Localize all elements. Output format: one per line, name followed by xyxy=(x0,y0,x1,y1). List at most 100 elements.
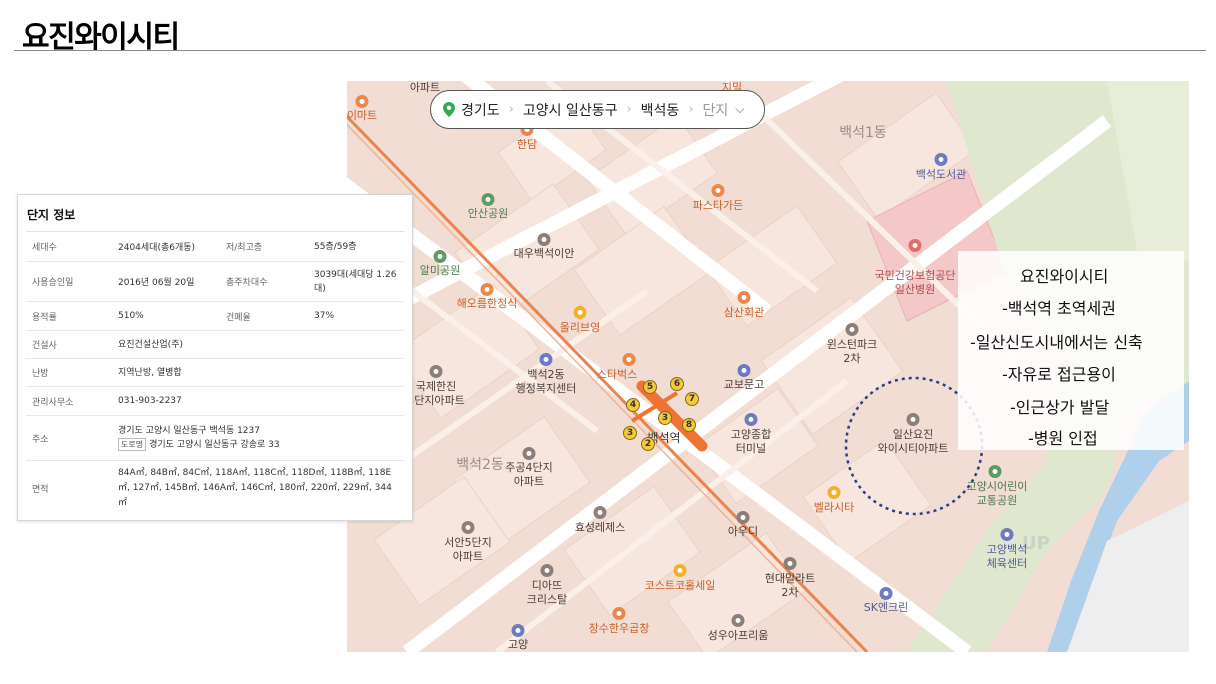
poi-winstone[interactable]: 윈스턴파크 2차 xyxy=(827,338,878,366)
office-pin-icon[interactable] xyxy=(539,353,553,366)
poi-apt-top[interactable]: 아파트 xyxy=(410,81,440,95)
breadcrumb-city[interactable]: 고양시 일산동구 xyxy=(523,100,618,120)
bus-terminal-pin-icon[interactable] xyxy=(744,413,758,426)
poi-goyang[interactable]: 고양 xyxy=(508,638,528,652)
poi-diatto[interactable]: 디아뜨 크리스탈 xyxy=(527,579,567,607)
station-exit-6-icon[interactable]: 6 xyxy=(670,377,684,391)
park-pin-icon[interactable] xyxy=(988,465,1002,478)
poi-haeoreum[interactable]: 해오름한정식 xyxy=(457,297,518,311)
station-exit-4-icon[interactable]: 4 xyxy=(626,398,640,412)
info-row: 관리사무소 031-903-2237 xyxy=(26,387,404,416)
card-title: 단지 정보 xyxy=(26,195,404,232)
restaurant-pin-icon[interactable] xyxy=(612,607,626,620)
cafe-pin-icon[interactable] xyxy=(622,353,636,366)
poi-olive[interactable]: 올리브영 xyxy=(560,321,600,335)
park-pin-icon[interactable] xyxy=(433,250,447,263)
parking-value: 3039대(세대당 1.26대) xyxy=(314,269,397,294)
apartment-pin-icon[interactable] xyxy=(537,233,551,246)
park-pin-icon[interactable] xyxy=(481,193,495,206)
poi-terminal[interactable]: 고양종합 터미널 xyxy=(731,428,771,456)
address-values: 경기도 고양시 일산동구 백석동 1237 도로명 경기도 고양시 일산동구 강송… xyxy=(112,416,404,460)
station-exit-7-icon[interactable]: 7 xyxy=(685,392,699,406)
apartment-pin-icon[interactable] xyxy=(731,614,745,627)
car-pin-icon[interactable] xyxy=(736,511,750,524)
poi-samsan[interactable]: 삼산회관 xyxy=(724,306,764,320)
breadcrumb-province[interactable]: 경기도 xyxy=(461,100,500,120)
restaurant-pin-icon[interactable] xyxy=(480,283,494,296)
poi-community[interactable]: 백석2동 행정복지센터 xyxy=(516,368,577,396)
bookstore-pin-icon[interactable] xyxy=(737,364,751,377)
poi-winstone-label: 윈스턴파크 2차 xyxy=(826,338,878,365)
restaurant-pin-icon[interactable] xyxy=(711,184,725,197)
poi-hyundai[interactable]: 현대밀라트 2차 xyxy=(765,572,816,600)
address-road-line: 도로명 경기도 고양시 일산동구 강송로 33 xyxy=(118,438,280,452)
chevron-down-icon[interactable]: ⌵ xyxy=(735,102,744,117)
poi-alme-park[interactable]: 알미공원 xyxy=(420,264,460,278)
poi-seoan[interactable]: 서안5단지 아파트 xyxy=(444,536,491,564)
apartment-pin-icon[interactable] xyxy=(783,557,797,570)
region-breadcrumb[interactable]: 경기도 › 고양시 일산동구 › 백석동 › 단지 ⌵ xyxy=(430,90,765,129)
sports-pin-icon[interactable] xyxy=(1000,528,1014,541)
poi-hyundai-label: 현대밀라트 2차 xyxy=(764,572,816,599)
station-exit-5-icon[interactable]: 5 xyxy=(643,380,657,394)
station-exit-2-icon[interactable]: 2 xyxy=(641,437,655,451)
address-label: 주소 xyxy=(26,416,112,460)
apartment-pin-icon[interactable] xyxy=(906,413,920,426)
apartment-pin-icon[interactable] xyxy=(593,506,607,519)
poi-yojin[interactable]: 일산요진 와이시티아파트 xyxy=(878,428,949,456)
shop-pin-icon[interactable] xyxy=(573,306,587,319)
poi-handam[interactable]: 한담 xyxy=(517,138,537,152)
apartment-pin-icon[interactable] xyxy=(429,365,443,378)
poi-jangsu[interactable]: 장수한우곱창 xyxy=(589,622,650,636)
poi-sk[interactable]: SK엔크린 xyxy=(864,601,909,615)
far-value: 510% xyxy=(118,311,144,321)
poi-hyosung[interactable]: 효성레제스 xyxy=(575,521,626,535)
poi-children-park[interactable]: 고양시어린이 교통공원 xyxy=(967,480,1028,508)
poi-bellacita[interactable]: 벨라시타 xyxy=(814,501,854,515)
restaurant-pin-icon[interactable] xyxy=(737,291,751,304)
shop-pin-icon[interactable] xyxy=(827,486,841,499)
station-exit-3-icon[interactable]: 3 xyxy=(658,411,672,425)
apartment-pin-icon[interactable] xyxy=(461,521,475,534)
poi-mart[interactable]: 이마트 xyxy=(347,109,377,123)
poi-audi[interactable]: 아우디 xyxy=(728,525,758,539)
title-divider xyxy=(14,50,1206,51)
info-row: 용적률 510% 건폐율 37% xyxy=(26,302,404,331)
camera-pin-icon[interactable] xyxy=(511,624,525,637)
callout-line: -자유로 접근용이 xyxy=(1002,365,1116,384)
poi-daewoo[interactable]: 대우백석이안 xyxy=(514,247,575,261)
builder-label: 건설사 xyxy=(26,331,112,358)
breadcrumb-complex[interactable]: 단지 xyxy=(703,100,729,120)
poi-jugong[interactable]: 주공4단지 아파트 xyxy=(505,461,552,489)
callout-line: -백석역 초역세권 xyxy=(1002,299,1116,318)
mart-pin-icon[interactable] xyxy=(355,95,369,108)
poi-library[interactable]: 백석도서관 xyxy=(916,168,967,182)
poi-gukje[interactable]: 국제한진 3단지아파트 xyxy=(407,380,465,408)
apartment-pin-icon[interactable] xyxy=(522,447,536,460)
poi-hospital[interactable]: 국민건강보험공단 일산병원 xyxy=(875,269,956,297)
bcr-value: 37% xyxy=(314,311,335,321)
apartment-pin-icon[interactable] xyxy=(540,564,554,577)
library-pin-icon[interactable] xyxy=(934,153,948,166)
gas-station-pin-icon[interactable] xyxy=(879,587,893,600)
poi-seongwoo[interactable]: 성우아프리움 xyxy=(708,629,769,643)
poi-costco[interactable]: 코스트코홀세일 xyxy=(645,579,716,593)
poi-sports[interactable]: 고양백석 체육센터 xyxy=(987,543,1027,571)
station-exit-3b-icon[interactable]: 3 xyxy=(623,426,637,440)
office-value[interactable]: 031-903-2237 xyxy=(112,387,404,415)
poi-ansan-park[interactable]: 안산공원 xyxy=(468,207,508,221)
station-exit-8-icon[interactable]: 8 xyxy=(682,418,696,432)
callout-line: -병원 인접 xyxy=(1028,429,1098,448)
poi-children-park-label: 고양시어린이 교통공원 xyxy=(966,480,1028,507)
apartment-pin-icon[interactable] xyxy=(845,323,859,336)
callout-line: 요진와이시티 xyxy=(1020,267,1109,286)
poi-community-label: 백석2동 행정복지센터 xyxy=(515,368,577,395)
breadcrumb-dong[interactable]: 백석동 xyxy=(641,100,680,120)
shop-pin-icon[interactable] xyxy=(673,564,687,577)
poi-jugong-label: 주공4단지 아파트 xyxy=(505,461,553,488)
poi-kyobo[interactable]: 교보문고 xyxy=(724,378,764,392)
poi-pasta[interactable]: 파스타가든 xyxy=(693,199,744,213)
hospital-pin-icon[interactable] xyxy=(908,239,922,252)
poi-starbucks[interactable]: 스타벅스 xyxy=(597,368,637,382)
callout-line: -일산신도시내에서는 신축 xyxy=(970,333,1143,352)
